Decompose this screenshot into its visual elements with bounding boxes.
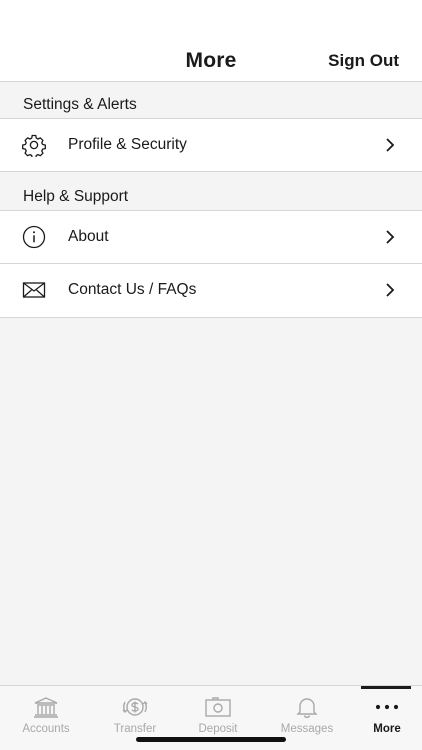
sign-out-button[interactable]: Sign Out [328, 51, 399, 71]
tab-label: Deposit [198, 723, 238, 735]
chevron-right-icon [386, 283, 395, 297]
profile-security-label: Profile & Security [68, 136, 187, 153]
tab-accounts[interactable]: Accounts [4, 686, 88, 750]
active-tab-indicator [361, 686, 411, 689]
gear-icon [22, 134, 46, 157]
bank-icon [34, 697, 58, 718]
profile-security-row[interactable]: Profile & Security [0, 118, 422, 172]
navigation-header: More Sign Out [0, 0, 422, 82]
bell-icon [296, 698, 318, 718]
tab-label: Messages [280, 723, 334, 735]
camera-icon [205, 697, 231, 717]
tab-label: Transfer [113, 723, 157, 735]
contact-faqs-row[interactable]: Contact Us / FAQs [0, 264, 422, 318]
about-row[interactable]: About [0, 210, 422, 264]
envelope-icon [22, 282, 46, 298]
about-label: About [68, 228, 109, 245]
tab-label: Accounts [22, 723, 70, 735]
tab-more[interactable]: More [357, 686, 417, 750]
contact-faqs-label: Contact Us / FAQs [68, 281, 197, 298]
chevron-right-icon [386, 230, 395, 244]
home-indicator [136, 737, 286, 742]
section-header-settings: Settings & Alerts [23, 96, 137, 113]
more-dots-icon [375, 704, 399, 710]
transfer-dollar-icon [122, 698, 148, 716]
section-header-help: Help & Support [23, 188, 129, 205]
chevron-right-icon [386, 138, 395, 152]
info-icon [22, 225, 46, 249]
tab-label: More [373, 723, 401, 735]
